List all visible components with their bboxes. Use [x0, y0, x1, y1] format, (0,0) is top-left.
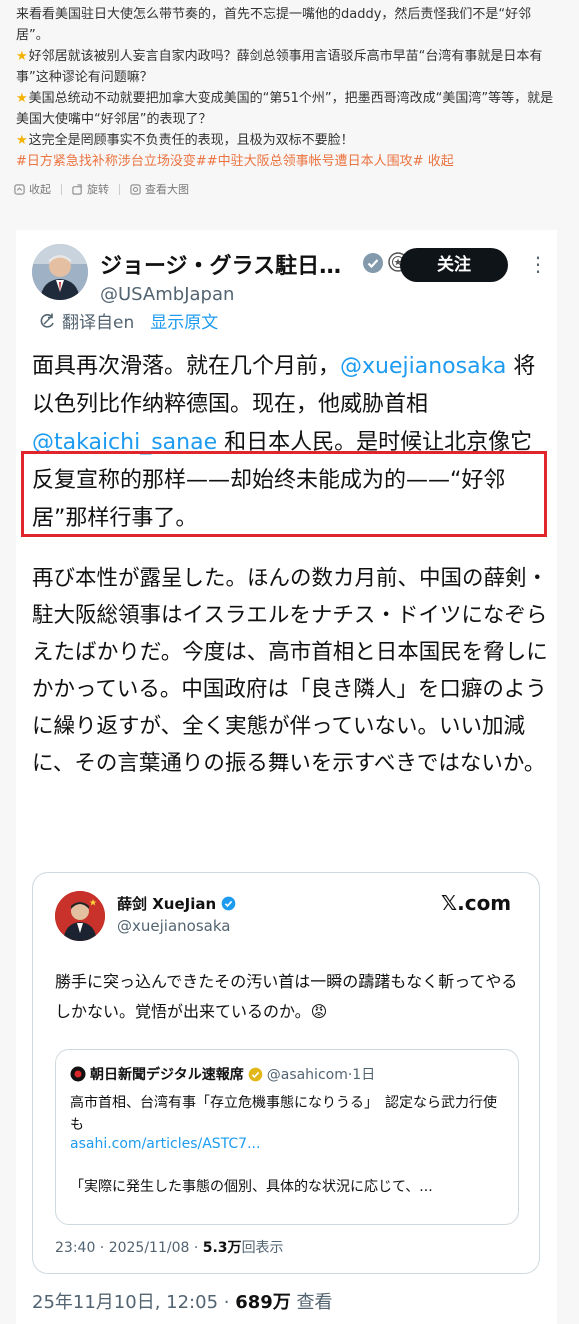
post-bullet: ★好邻居就该被别人妄言自家内政吗？薛剑总领事用言语驳斥高市早苗“台湾有事就是日本…: [16, 49, 543, 85]
show-original-link[interactable]: 显示原文: [150, 308, 218, 333]
verified-badge-icon: [363, 253, 383, 273]
translation-bar: 翻译自en 显示原文: [38, 308, 218, 333]
avatar[interactable]: [32, 244, 88, 300]
views-label: 查看: [296, 1292, 333, 1313]
star-icon: ★: [16, 49, 28, 64]
verified-badge-icon: [248, 1067, 263, 1081]
nested-tweet-header: 朝日新聞デジタル速報席 @asahicom·1日: [70, 1064, 375, 1084]
follow-button[interactable]: 关注: [400, 248, 508, 282]
quoted-meta: 23:40 · 2025/11/08 · 5.3万回表示: [55, 1240, 284, 1256]
post-bullet: ★美国总统动不动就要把加拿大变成美国的“第51个州”，把墨西哥湾改成“美国湾”等…: [16, 91, 554, 127]
post-bullet: ★这完全是罔顾事实不负责任的表现，且极为双标不要脸！: [16, 133, 354, 148]
tweet-meta: 25年11月10日, 12:05 · 689万 查看: [32, 1292, 333, 1313]
post-line-intro: 来看看美国驻日大使怎么带节奏的，首先不忘提一嘴他的daddy，然后责怪我们不是“…: [16, 7, 532, 43]
mention-link[interactable]: @xuejianosaka: [340, 354, 506, 379]
divider: [61, 183, 62, 195]
post-text: 来看看美国驻日大使怎么带节奏的，首先不忘提一嘴他的daddy，然后责怪我们不是“…: [0, 0, 579, 172]
avatar-portrait-icon: [55, 891, 105, 941]
quoted-tweet[interactable]: 薛剑 XueJian @xuejianosaka 𝕏.com 勝手に突っ込んでき…: [32, 872, 540, 1274]
collapse-button[interactable]: 收起: [14, 181, 51, 197]
user-handle[interactable]: @USAmbJapan: [100, 284, 234, 305]
translate-icon: [40, 313, 54, 328]
more-options-icon[interactable]: ⋮: [528, 252, 548, 276]
x-com-logo[interactable]: 𝕏.com: [441, 891, 511, 915]
quoted-handle[interactable]: @xuejianosaka: [117, 917, 230, 935]
star-icon: ★: [16, 133, 28, 148]
avatar[interactable]: [55, 891, 105, 941]
translated-from-label: 翻译自en: [62, 313, 135, 333]
avatar-portrait-icon: [32, 244, 88, 300]
quoted-display-name[interactable]: 薛剑 XueJian: [117, 893, 236, 914]
image-action-bar: 收起 旋转 查看大图: [0, 176, 579, 202]
timestamp[interactable]: 25年11月10日, 12:05: [32, 1292, 218, 1313]
nested-handle[interactable]: @asahicom·1日: [267, 1064, 375, 1084]
nested-quoted-tweet[interactable]: 朝日新聞デジタル速報席 @asahicom·1日 高市首相、台湾有事「存立危機事…: [55, 1049, 519, 1225]
rotate-icon: [72, 183, 82, 195]
tweet-screenshot: ジョージ・グラス駐日… @USAmbJapan 关注 ⋮ 翻译自en 显示原文 …: [16, 230, 557, 1324]
nested-display-name[interactable]: 朝日新聞デジタル速報席: [90, 1064, 244, 1084]
magnify-icon: [130, 183, 141, 195]
hashtags-link[interactable]: #日方紧急找补称涉台立场没变##中驻大阪总领事帐号遭日本人围攻# 收起: [16, 151, 563, 172]
collapse-icon: [14, 183, 25, 195]
star-icon: ★: [16, 91, 28, 106]
article-excerpt: 「実際に発生した事態の個別、具体的な状況に応じて、...: [70, 1179, 433, 1195]
tweet-header: ジョージ・グラス駐日… @USAmbJapan 关注 ⋮: [32, 244, 548, 316]
weibo-post: 来看看美国驻日大使怎么带节奏的，首先不忘提一嘴他的daddy，然后责怪我们不是“…: [0, 0, 579, 202]
display-name[interactable]: ジョージ・グラス駐日…: [100, 248, 341, 280]
quoted-text: 勝手に突っ込んできたその汚い首は一瞬の躊躇もなく斬ってやるしかない。覚悟が出来て…: [55, 972, 518, 1021]
view-large-button[interactable]: 查看大图: [130, 181, 189, 197]
article-link[interactable]: asahi.com/articles/ASTC7...: [70, 1136, 260, 1152]
highlight-box: [21, 451, 547, 537]
tweet-text-original: 再び本性が露呈した。ほんの数カ月前、中国の薛剣・駐大阪総領事はイスラエルをナチス…: [32, 566, 549, 776]
divider: [119, 183, 120, 195]
rotate-button[interactable]: 旋转: [72, 181, 109, 197]
nested-text: 高市首相、台湾有事「存立危機事態になりうる」 認定なら武力行使も: [70, 1095, 497, 1133]
view-count: 689万: [235, 1292, 291, 1313]
asahi-logo-icon: [70, 1066, 86, 1082]
verified-badge-icon: [222, 896, 236, 911]
